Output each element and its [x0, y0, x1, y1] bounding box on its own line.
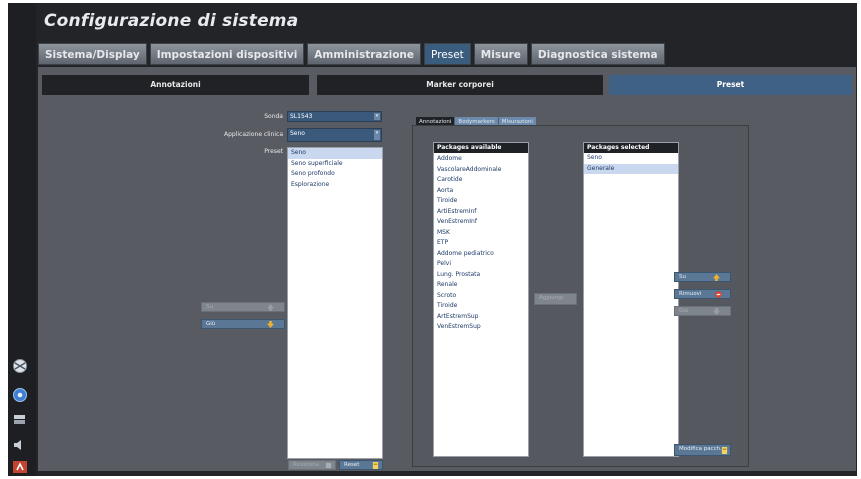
content-area: Annotazioni Marker corporei Preset Sonda… — [38, 67, 856, 471]
list-item[interactable]: VenEstremSup — [434, 322, 528, 333]
tab-preset[interactable]: Preset — [424, 43, 471, 65]
tab-misure[interactable]: Misure — [473, 43, 528, 65]
packages-selected-list[interactable]: Packages selected Seno Generale — [583, 142, 679, 457]
sonda-value: SL1543 — [290, 113, 313, 120]
list-item[interactable]: Addome — [434, 154, 528, 165]
tab-impostazioni-dispositivi[interactable]: Impostazioni dispositivi — [149, 43, 305, 65]
list-item[interactable]: Carotide — [434, 175, 528, 186]
left-sidebar — [8, 3, 36, 476]
list-item[interactable]: Generale — [584, 163, 678, 174]
add-package-label: Aggiungi — [539, 295, 564, 301]
document-icon — [721, 447, 728, 454]
applicazione-select[interactable]: Seno ▾ — [287, 128, 382, 142]
tab-sistema-display[interactable]: Sistema/Display — [38, 43, 147, 65]
rename-label: Rinomina — [293, 462, 319, 468]
subtab-preset[interactable]: Preset — [609, 75, 852, 95]
list-item[interactable]: Tiroide — [434, 301, 528, 312]
list-item[interactable]: MSK — [434, 228, 528, 239]
list-item[interactable]: Seno superficiale — [288, 159, 382, 170]
arrow-up-icon — [713, 274, 720, 281]
list-item[interactable]: Aorta — [434, 186, 528, 197]
list-item[interactable]: ArtiEstremInf — [434, 207, 528, 218]
subtab-annotazioni[interactable]: Annotazioni — [42, 75, 309, 95]
list-item[interactable]: Renale — [434, 280, 528, 291]
remove-icon — [715, 291, 722, 298]
document-icon — [372, 462, 379, 469]
main-tabbar: Sistema/Display Impostazioni dispositivi… — [38, 43, 665, 65]
applicazione-value: Seno — [290, 130, 305, 137]
reset-button[interactable]: Reset — [339, 460, 383, 470]
move-up-button[interactable]: Su — [201, 302, 285, 312]
arrow-down-icon — [713, 308, 720, 315]
list-item[interactable]: Tiroide — [434, 196, 528, 207]
move-up-label: Su — [206, 304, 213, 310]
storage-icon[interactable] — [13, 414, 27, 426]
list-item[interactable]: Pelvi — [434, 259, 528, 270]
applicazione-label: Applicazione clinica — [224, 131, 283, 138]
remove-package-label: Rimuovi — [679, 291, 702, 297]
globe-icon[interactable] — [12, 358, 28, 374]
move-down-label: Giù — [206, 321, 216, 327]
arrow-up-icon — [267, 304, 274, 311]
package-up-button[interactable]: Su — [674, 272, 731, 282]
list-item[interactable]: Scroto — [434, 291, 528, 302]
reset-label: Reset — [344, 462, 360, 468]
rename-button[interactable]: Rinomina — [288, 460, 336, 470]
packages-available-header: Packages available — [434, 143, 528, 153]
package-down-button[interactable]: Giù — [674, 306, 731, 316]
list-item[interactable]: VenEstremInf — [434, 217, 528, 228]
page-title: Configurazione di sistema — [44, 11, 299, 31]
packages-available-list[interactable]: Packages available Addome VascolareAddomi… — [433, 142, 529, 457]
list-item[interactable]: Addome pediatrico — [434, 249, 528, 260]
list-item[interactable]: VascolareAddominale — [434, 165, 528, 176]
list-item[interactable]: Seno profondo — [288, 169, 382, 180]
list-item[interactable]: ETP — [434, 238, 528, 249]
arrow-down-icon — [267, 321, 274, 328]
remove-package-button[interactable]: Rimuovi — [674, 289, 731, 299]
add-package-button[interactable]: Aggiungi — [534, 293, 577, 305]
preset-list[interactable]: Seno Seno superficiale Seno profondo Esp… — [287, 147, 383, 459]
list-item[interactable]: ArtEstremSup — [434, 312, 528, 323]
edit-packages-button[interactable]: Modifica pacch. — [674, 444, 731, 456]
sonda-select[interactable]: SL1543 ▾ — [287, 111, 382, 122]
app-window: Configurazione di sistema Sistema/Displa… — [8, 3, 857, 476]
packages-selected-header: Packages selected — [584, 143, 678, 153]
list-item[interactable]: Seno — [288, 148, 382, 159]
sub-tabbar: Annotazioni Marker corporei Preset — [42, 75, 852, 95]
sonda-label: Sonda — [264, 113, 283, 120]
tab-amministrazione[interactable]: Amministrazione — [307, 43, 422, 65]
preset-label: Preset — [264, 148, 283, 155]
move-down-button[interactable]: Giù — [201, 319, 285, 329]
tab-diagnostica-sistema[interactable]: Diagnostica sistema — [530, 43, 665, 65]
package-up-label: Su — [679, 274, 686, 280]
subtab-marker-corporei[interactable]: Marker corporei — [317, 75, 603, 95]
power-icon[interactable] — [12, 460, 28, 474]
list-item[interactable]: Esplorazione — [288, 180, 382, 191]
chevron-down-icon: ▾ — [374, 130, 380, 140]
packages-available-items: Addome VascolareAddominale Carotide Aorta Ti… — [434, 153, 528, 333]
help-icon[interactable] — [12, 387, 28, 403]
list-item[interactable]: Seno — [584, 153, 678, 164]
chevron-down-icon: ▾ — [374, 113, 380, 120]
volume-icon[interactable] — [13, 439, 27, 451]
list-item[interactable]: Lung. Prostata — [434, 270, 528, 281]
edit-icon — [325, 462, 332, 469]
package-down-label: Giù — [679, 308, 689, 314]
edit-packages-label: Modifica pacch. — [679, 446, 722, 452]
